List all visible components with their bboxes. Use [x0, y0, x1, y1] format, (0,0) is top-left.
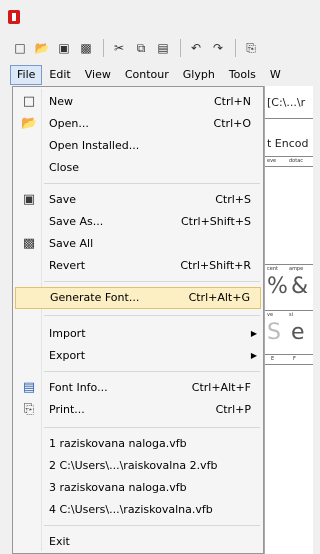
glyph-cell[interactable]: S	[267, 320, 281, 345]
menu-item-recent-file[interactable]: 2 C:\Users\...\raiskovalna 2.vfb	[15, 455, 261, 477]
menu-item-font-info[interactable]: ▤ Font Info... Ctrl+Alt+F	[15, 377, 261, 399]
menu-item-open[interactable]: 📂 Open... Ctrl+O	[15, 113, 261, 135]
menu-item-revert[interactable]: Revert Ctrl+Shift+R	[15, 255, 261, 277]
cell-label: cent	[267, 266, 278, 272]
menu-item-label: Exit	[49, 535, 70, 548]
copy-icon[interactable]: ⧉	[131, 38, 151, 58]
menu-edit[interactable]: Edit	[42, 65, 77, 85]
print-icon: ⎘	[23, 402, 35, 417]
menu-item-label: Close	[49, 161, 79, 174]
print-icon[interactable]: ⎘	[241, 38, 261, 58]
menu-item-label: New	[49, 95, 73, 108]
menu-item-label: Open Installed...	[49, 139, 140, 152]
cut-icon[interactable]: ✂	[109, 38, 129, 58]
toolbar-separator	[180, 39, 181, 57]
menu-item-shortcut: Ctrl+P	[215, 403, 251, 416]
menu-separator	[44, 427, 260, 428]
menu-item-recent-file[interactable]: 3 raziskovana naloga.vfb	[15, 477, 261, 499]
menu-item-label: Open...	[49, 117, 89, 130]
menu-item-label: 3 raziskovana naloga.vfb	[49, 481, 187, 494]
menu-item-label: Export	[49, 349, 86, 362]
cell-label: eve	[267, 158, 277, 164]
menu-separator	[44, 525, 260, 526]
menu-item-new[interactable]: □ New Ctrl+N	[15, 91, 261, 113]
cell-label: si	[289, 312, 293, 318]
toolbar-separator	[235, 39, 236, 57]
menu-window[interactable]: W	[263, 65, 288, 85]
menu-item-save-as[interactable]: Save As... Ctrl+Shift+S	[15, 211, 261, 233]
menu-glyph[interactable]: Glyph	[176, 65, 222, 85]
left-toolbar	[0, 86, 12, 554]
menu-item-generate-font[interactable]: Generate Font... Ctrl+Alt+G	[15, 287, 261, 309]
menubar: File Edit View Contour Glyph Tools W	[0, 64, 312, 86]
font-window: [C:\...\r t Encod eve dotac cent ampe % …	[264, 86, 313, 554]
app-icon[interactable]	[8, 10, 20, 24]
cell-label: dotac	[289, 158, 304, 164]
toolbar: □ 📂 ▣ ▩ ✂ ⧉ ▤ ↶ ↷ ⎘	[0, 34, 312, 62]
menu-separator	[44, 281, 260, 282]
menu-item-label: 4 C:\Users\...\raziskovalna.vfb	[49, 503, 213, 516]
menu-item-shortcut: Ctrl+N	[213, 95, 251, 108]
menu-item-label: Import	[49, 327, 86, 340]
menu-item-save[interactable]: ▣ Save Ctrl+S	[15, 189, 261, 211]
cell-label: ve	[267, 312, 274, 318]
menu-item-recent-file[interactable]: 1 raziskovana naloga.vfb	[15, 433, 261, 455]
menu-separator	[44, 371, 260, 372]
menu-view[interactable]: View	[78, 65, 118, 85]
menu-item-label: Font Info...	[49, 381, 108, 394]
cell-label: E	[271, 356, 275, 362]
open-folder-icon[interactable]: 📂	[32, 38, 52, 58]
menu-item-label: Save All	[49, 237, 94, 250]
new-file-icon[interactable]: □	[10, 38, 30, 58]
glyph-cell[interactable]: &	[291, 274, 308, 299]
menu-item-recent-file[interactable]: 4 C:\Users\...\raziskovalna.vfb	[15, 499, 261, 521]
menu-item-shortcut: Ctrl+O	[213, 117, 251, 130]
menu-item-shortcut: Ctrl+S	[215, 193, 251, 206]
menu-item-label: 1 raziskovana naloga.vfb	[49, 437, 187, 450]
save-all-icon[interactable]: ▩	[76, 38, 96, 58]
menu-item-import[interactable]: Import ▶	[15, 323, 261, 345]
menu-separator	[44, 315, 260, 316]
menu-item-label: 2 C:\Users\...\raiskovalna 2.vfb	[49, 459, 218, 472]
glyph-cell[interactable]: %	[267, 274, 288, 299]
menu-item-shortcut: Ctrl+Alt+F	[191, 381, 251, 394]
menu-file[interactable]: File	[10, 65, 43, 85]
menu-item-label: Save As...	[49, 215, 104, 228]
font-info-icon: ▤	[22, 380, 36, 395]
toolbar-separator	[103, 39, 104, 57]
menu-item-label: Generate Font...	[50, 291, 140, 304]
menu-item-shortcut: Ctrl+Alt+G	[188, 291, 250, 304]
submenu-arrow-icon: ▶	[250, 329, 257, 338]
menu-item-close[interactable]: Close	[15, 157, 261, 179]
paste-icon[interactable]: ▤	[153, 38, 173, 58]
cell-label: ampe	[289, 266, 304, 272]
save-icon: ▣	[22, 192, 36, 207]
redo-icon[interactable]: ↷	[208, 38, 228, 58]
submenu-arrow-icon: ▶	[250, 351, 257, 360]
font-window-title: [C:\...\r	[267, 96, 306, 109]
undo-icon[interactable]: ↶	[186, 38, 206, 58]
save-all-icon: ▩	[22, 236, 36, 251]
menu-item-label: Print...	[49, 403, 85, 416]
menu-separator	[44, 183, 260, 184]
menu-tools[interactable]: Tools	[222, 65, 263, 85]
open-folder-icon: 📂	[21, 116, 38, 131]
menu-item-exit[interactable]: Exit	[15, 531, 261, 553]
menu-item-shortcut: Ctrl+Shift+R	[180, 259, 251, 272]
menu-item-export[interactable]: Export ▶	[15, 345, 261, 367]
menu-item-print[interactable]: ⎘ Print... Ctrl+P	[15, 399, 261, 421]
menu-item-save-all[interactable]: ▩ Save All	[15, 233, 261, 255]
menu-item-label: Save	[49, 193, 77, 206]
menu-contour[interactable]: Contour	[118, 65, 176, 85]
encoding-label: t Encod	[267, 137, 309, 150]
menu-item-label: Revert	[49, 259, 86, 272]
file-menu: □ New Ctrl+N 📂 Open... Ctrl+O Open Insta…	[12, 86, 264, 554]
cell-label: F	[293, 356, 296, 362]
menu-item-open-installed[interactable]: Open Installed...	[15, 135, 261, 157]
menu-item-shortcut: Ctrl+Shift+S	[181, 215, 251, 228]
save-icon[interactable]: ▣	[54, 38, 74, 58]
new-file-icon: □	[22, 94, 36, 109]
glyph-cell[interactable]: e	[291, 320, 305, 345]
